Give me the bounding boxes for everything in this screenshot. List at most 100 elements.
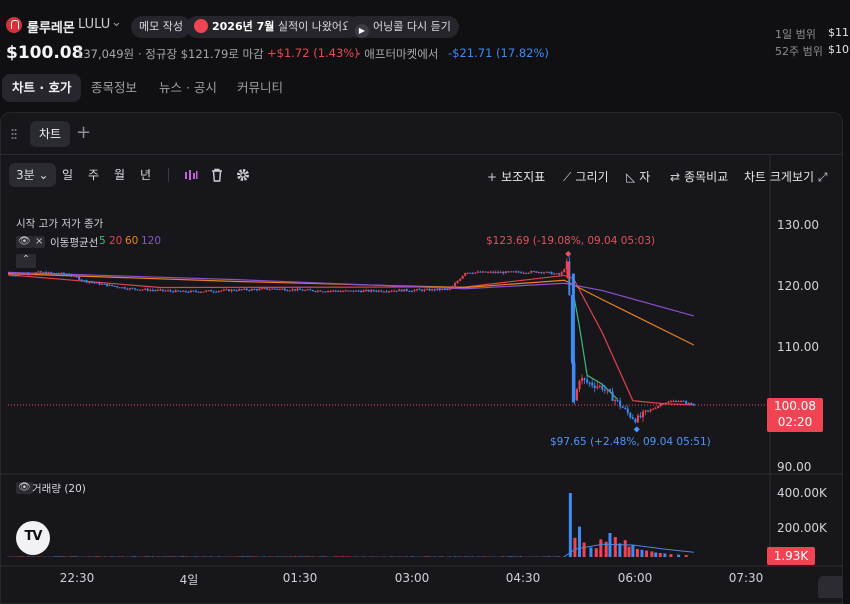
candle-body [258, 288, 261, 291]
volume-bar [243, 556, 246, 557]
ma5-period: 5 [99, 235, 106, 247]
candle-body [393, 290, 396, 292]
candle-body [123, 287, 126, 289]
volume-bar [654, 552, 658, 557]
candle-body [421, 289, 424, 291]
range-1d-label: 1일 범위 [775, 28, 816, 41]
collapse-legend-icon[interactable]: ⌃ [16, 254, 36, 268]
volume-bar [599, 539, 603, 557]
candle-body [12, 275, 15, 277]
candle-body [657, 405, 660, 408]
candle-body [583, 378, 586, 380]
volume-bar [57, 556, 60, 557]
volume-bar [271, 556, 274, 557]
call-label: 어닝콜 다시 듣기 [373, 20, 451, 33]
volume-bar [481, 556, 484, 557]
earnings-call-button[interactable]: ▶ 어닝콜 다시 듣기 [347, 16, 459, 38]
volume-bar [288, 556, 291, 557]
volume-bar [32, 556, 35, 557]
candle-body [553, 273, 556, 275]
volume-bar [205, 556, 208, 557]
candle-body [611, 391, 614, 401]
candle-body [644, 410, 647, 412]
volume-bar [471, 556, 474, 557]
volume-bar [339, 556, 342, 557]
volume-bar [88, 556, 91, 557]
eye-icon[interactable]: 👁 [16, 482, 33, 494]
volume-bar [542, 556, 545, 557]
corner-tab[interactable] [818, 576, 843, 598]
candle-body [372, 289, 375, 291]
candle-body [111, 284, 114, 286]
candle-body [128, 288, 131, 290]
time-tick: 03:00 [394, 571, 430, 585]
stock-ticker[interactable]: LULU [78, 17, 110, 32]
earnings-pill[interactable]: 2026년 7월 실적이 나왔어요 [186, 16, 361, 38]
candle-body [499, 271, 502, 273]
candle-body [98, 282, 101, 285]
volume-bar [456, 556, 459, 557]
candle-body [255, 289, 258, 291]
volume-bar [520, 556, 523, 557]
volume-bar [319, 556, 322, 557]
volume-bar [438, 556, 441, 557]
volume-bar [301, 556, 304, 557]
volume-bar [55, 556, 58, 557]
candle-body [17, 274, 20, 276]
close-icon[interactable]: × [33, 236, 46, 248]
candle-body [545, 271, 548, 273]
tradingview-logo[interactable] [16, 521, 50, 555]
candle-body [629, 412, 632, 418]
candle-body [299, 288, 302, 290]
candle-body [161, 289, 164, 291]
stock-name[interactable]: 룰루레몬 [27, 17, 75, 36]
volume-bar [631, 545, 635, 557]
candle-body [344, 290, 347, 292]
memo-button[interactable]: 메모 작성 [131, 16, 191, 38]
candle-body [187, 291, 190, 293]
volume-bar [281, 556, 284, 557]
candle-body [423, 289, 426, 291]
candle-body [426, 288, 429, 290]
candle-body [647, 410, 650, 412]
candle-body [34, 272, 37, 274]
volume-bar [255, 556, 258, 557]
volume-bar [509, 556, 512, 557]
candle-body [182, 290, 185, 292]
volume-bar [151, 556, 154, 557]
candle-body [207, 290, 210, 292]
candle-body [682, 400, 685, 402]
volume-bar [268, 556, 271, 557]
volume-bar [517, 556, 520, 557]
volume-bar [27, 556, 30, 557]
chevron-down-icon[interactable]: ⌄ [111, 15, 122, 30]
volume-bar [677, 554, 681, 557]
candle-body [591, 382, 594, 386]
last-price-value: 100.08 [774, 399, 816, 413]
candle-body [548, 271, 551, 273]
eye-icon[interactable]: 👁 [16, 236, 33, 248]
candle-body [662, 403, 665, 405]
candle-body [675, 400, 678, 402]
candle-body [388, 291, 390, 293]
range-52w-label: 52주 범위 [775, 45, 823, 58]
candle-body [32, 273, 35, 275]
volume-bar [635, 549, 639, 557]
candle-body [245, 288, 248, 290]
candle-body [149, 289, 152, 291]
volume-bar [627, 546, 631, 557]
candle-body [45, 272, 48, 274]
price-chart[interactable]: ◆◆ [0, 82, 843, 604]
volume-bar [342, 556, 345, 557]
candle-body [154, 290, 157, 292]
earnings-bold: 2026년 7월 [212, 20, 275, 33]
volume-bar [640, 549, 644, 557]
volume-bar [70, 556, 73, 557]
volume-bar [650, 551, 654, 557]
volume-bar [240, 556, 243, 557]
candle-body [144, 288, 147, 290]
candle-body [73, 275, 76, 277]
candle-body [601, 385, 604, 390]
candle-body [375, 290, 378, 292]
candle-body [314, 291, 317, 293]
